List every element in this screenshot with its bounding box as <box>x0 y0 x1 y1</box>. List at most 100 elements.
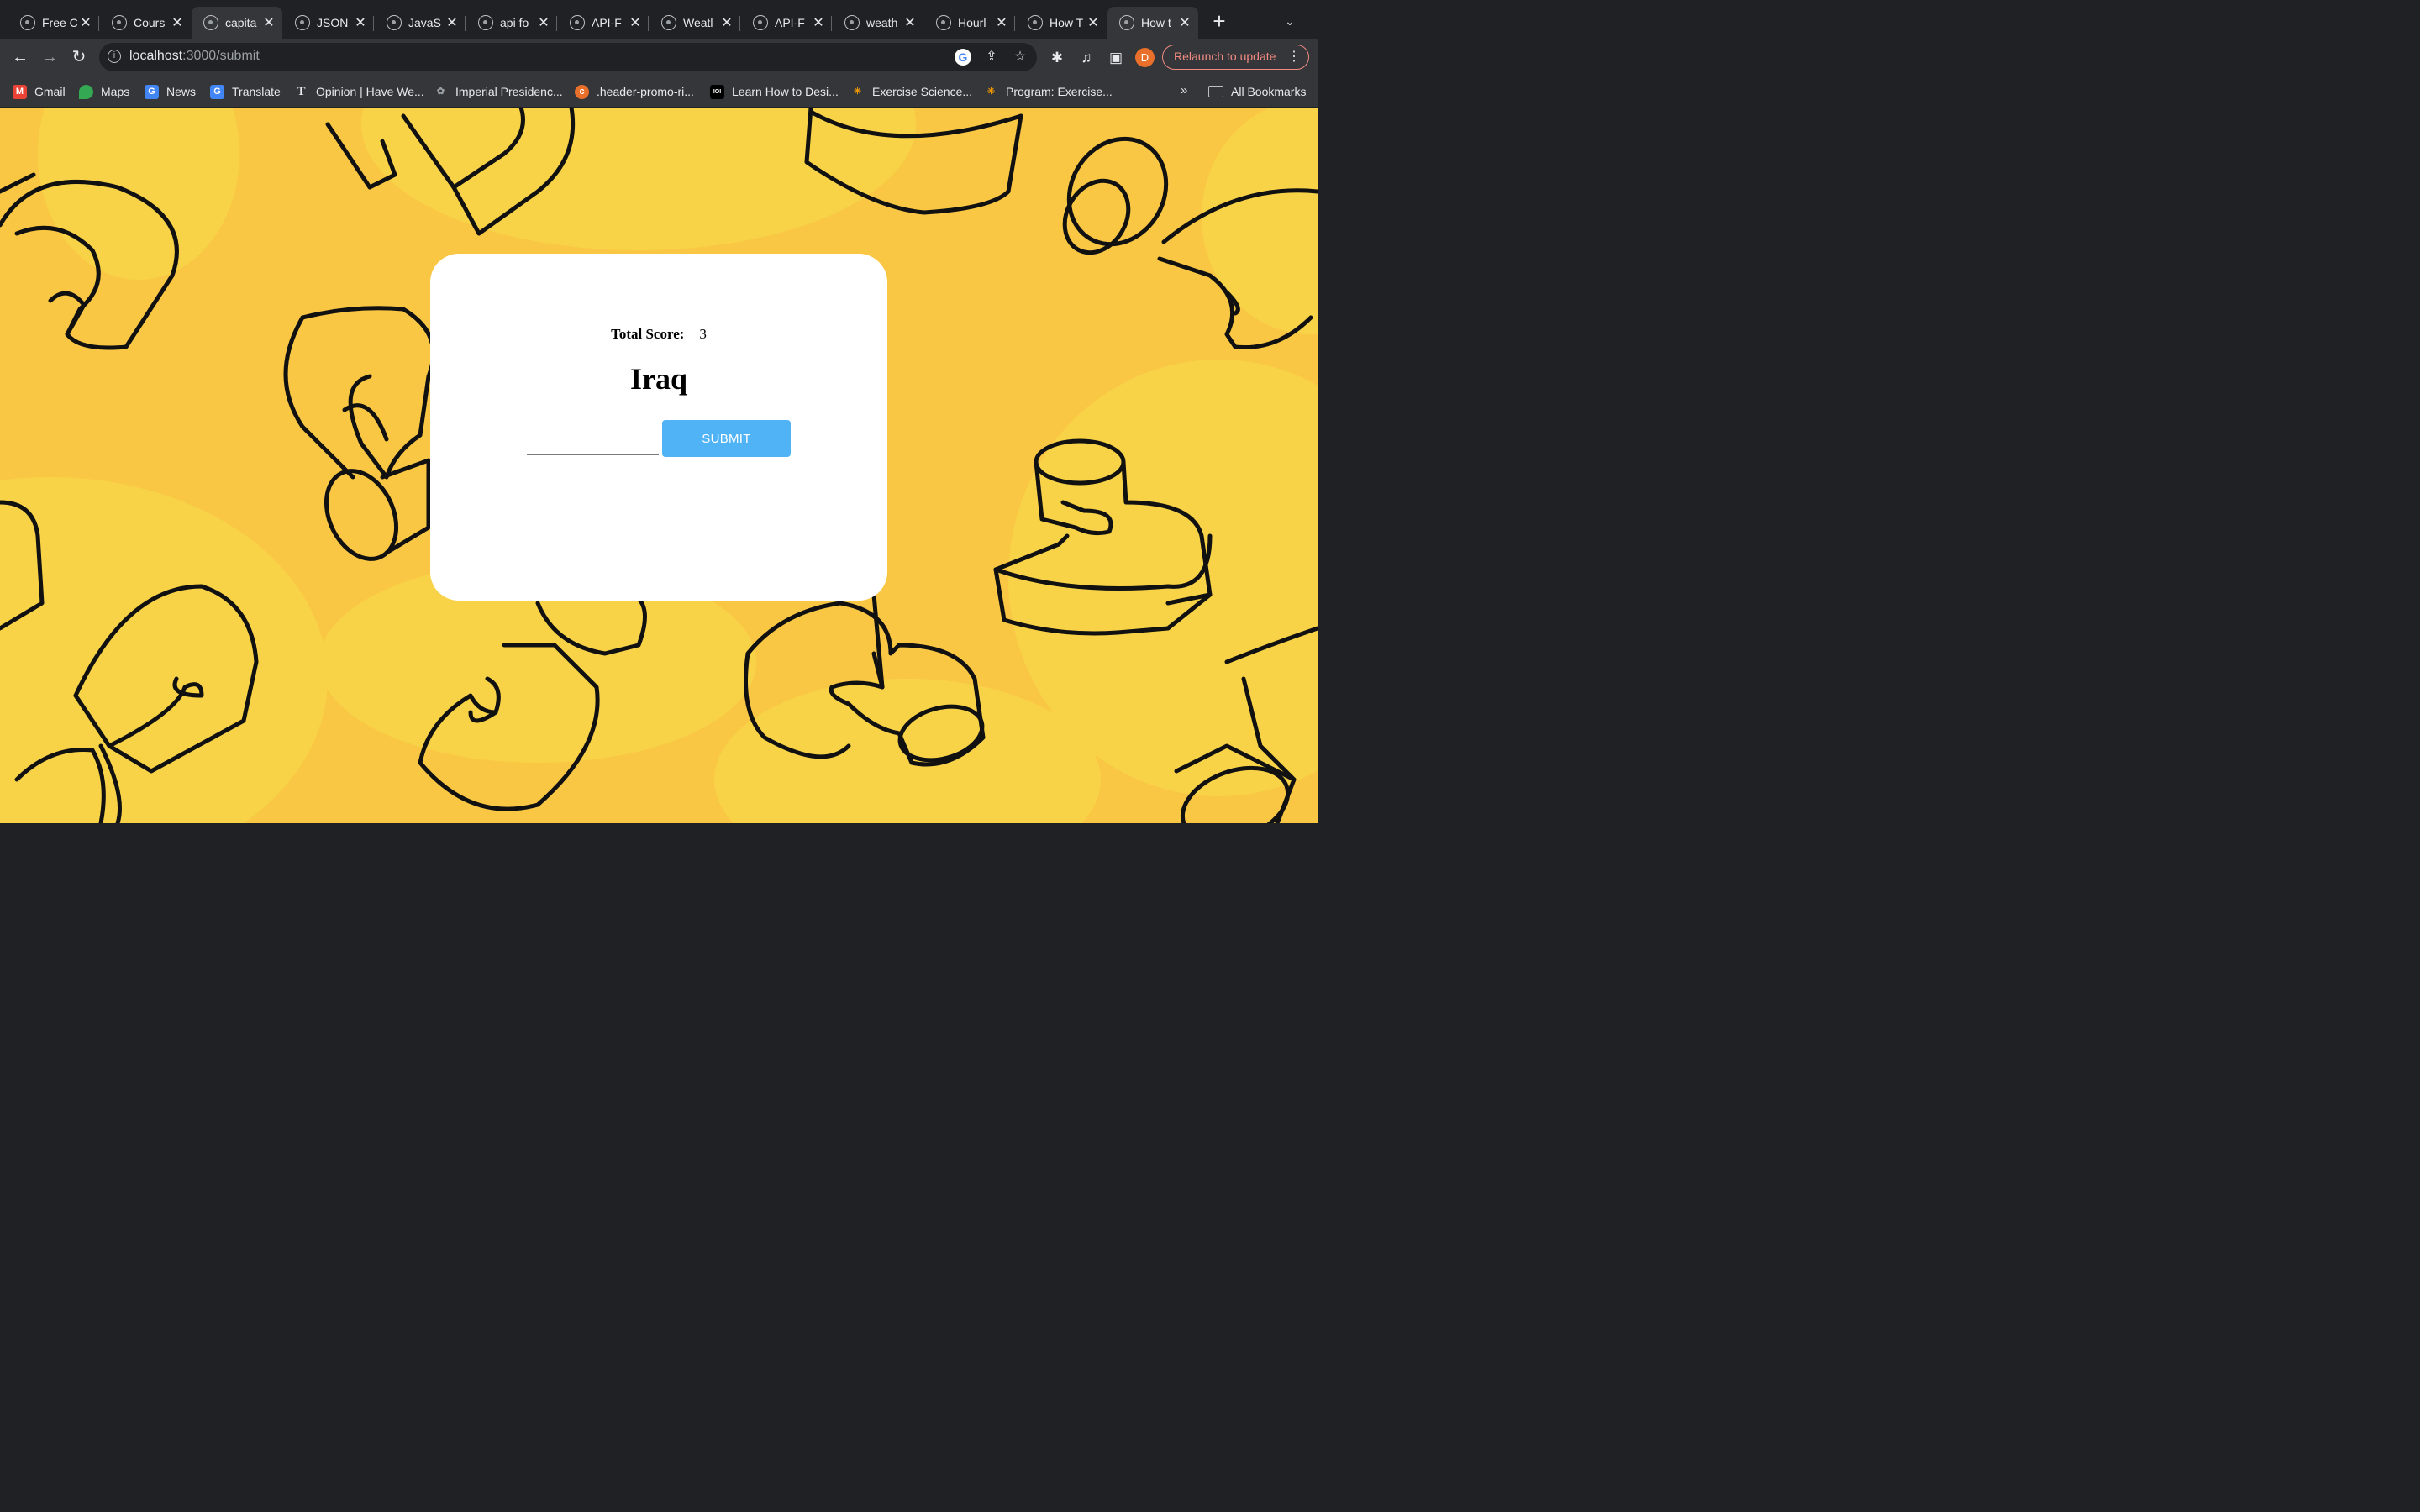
tab-title: How t <box>1141 16 1171 29</box>
tab-favicon-icon <box>661 15 676 30</box>
bookmark-translate[interactable]: G Translate <box>210 83 281 100</box>
tab[interactable]: API-F ✕ <box>558 7 649 39</box>
tab[interactable]: weath ✕ <box>833 7 923 39</box>
tab-title: api fo <box>500 16 529 29</box>
tab-favicon-icon <box>936 15 951 30</box>
bookmark-opinion[interactable]: T Opinion | Have We... <box>294 83 424 100</box>
bookmark-star-icon[interactable]: ☆ <box>1012 49 1028 66</box>
bookmarks-bar: M Gmail Maps G News G Translate T Opinion | … <box>0 76 1318 108</box>
close-tab-icon[interactable]: ✕ <box>445 14 459 31</box>
new-tab-icon[interactable]: + <box>1208 10 1230 32</box>
all-bookmarks[interactable]: All Bookmarks <box>1208 83 1306 100</box>
tab-favicon-icon <box>112 15 127 30</box>
close-tab-icon[interactable]: ✕ <box>812 14 825 31</box>
close-tab-icon[interactable]: ✕ <box>995 14 1008 31</box>
share-icon[interactable]: ⇪ <box>983 49 1000 66</box>
score-row: Total Score: 3 <box>430 326 887 343</box>
close-tab-icon[interactable]: ✕ <box>79 14 92 31</box>
exercise-site-icon: ✳ <box>853 86 862 97</box>
bookmark-maps[interactable]: Maps <box>79 83 129 100</box>
tab-favicon-icon <box>1119 15 1134 30</box>
close-tab-icon[interactable]: ✕ <box>1086 14 1100 31</box>
bookmark-program-exercise[interactable]: ✳ Program: Exercise... <box>984 83 1113 100</box>
forward-arrow-icon[interactable]: → <box>38 45 61 69</box>
tab[interactable]: How T ✕ <box>1016 7 1107 39</box>
tab-strip: Free C ✕ Cours ✕ capita ✕ JSON ✕ JavaS ✕ api … <box>0 0 1318 39</box>
close-tab-icon[interactable]: ✕ <box>720 14 734 31</box>
tab[interactable]: How t ✕ <box>1107 7 1198 39</box>
bookmark-gmail[interactable]: M Gmail <box>13 83 66 100</box>
bookmark-imperial-presidency[interactable]: ✿ Imperial Presidenc... <box>434 83 563 100</box>
relaunch-button[interactable]: Relaunch to update ⋮ <box>1162 45 1309 70</box>
tab[interactable]: api fo ✕ <box>466 7 557 39</box>
reload-icon[interactable]: ↻ <box>67 45 91 69</box>
tab[interactable]: API-F ✕ <box>741 7 832 39</box>
tab-title: Weatl <box>683 16 713 29</box>
submit-button[interactable]: SUBMIT <box>662 420 791 457</box>
tab-title: JSON <box>317 16 349 29</box>
back-arrow-icon[interactable]: ← <box>8 45 32 69</box>
translate-icon: G <box>210 84 224 99</box>
close-tab-icon[interactable]: ✕ <box>171 14 184 31</box>
tab-title: Hourl <box>958 16 986 29</box>
bookmarks-overflow-icon[interactable]: » <box>1181 83 1187 97</box>
tab-title: weath <box>866 16 898 29</box>
total-score-value: 3 <box>699 326 707 342</box>
address-url[interactable]: localhost:3000/submit <box>129 49 260 64</box>
bookmark-learn-design[interactable]: IOI Learn How to Desi... <box>710 83 839 100</box>
side-panel-icon[interactable]: ▣ <box>1107 49 1125 67</box>
close-tab-icon[interactable]: ✕ <box>262 14 276 31</box>
close-tab-icon[interactable]: ✕ <box>537 14 550 31</box>
close-tab-icon[interactable]: ✕ <box>1178 14 1192 31</box>
bookmark-exercise-science[interactable]: ✳ Exercise Science... <box>850 83 972 100</box>
google-news-icon: G <box>145 84 159 99</box>
address-bar[interactable]: i localhost:3000/submit G ⇪ ☆ <box>99 43 1037 71</box>
close-tab-icon[interactable]: ✕ <box>629 14 642 31</box>
tab-favicon-icon <box>203 15 218 30</box>
tab-title: Cours <box>134 16 166 29</box>
tab-favicon-icon <box>1028 15 1043 30</box>
maps-pin-icon <box>79 84 93 99</box>
tab[interactable]: Weatl ✕ <box>650 7 740 39</box>
tab-favicon-icon <box>570 15 585 30</box>
bookmark-site-icon: ✿ <box>436 86 445 97</box>
browser-toolbar: ← → ↻ i localhost:3000/submit G ⇪ ☆ ✱ ♫ … <box>0 39 1318 76</box>
folder-icon <box>1208 86 1223 97</box>
profile-avatar[interactable]: D <box>1135 48 1155 67</box>
tab-search-chevron-icon[interactable]: ⌄ <box>1281 12 1299 30</box>
tab[interactable]: Cours ✕ <box>100 7 191 39</box>
tab[interactable]: Free C ✕ <box>8 7 99 39</box>
total-score-label: Total Score: <box>611 326 685 342</box>
close-tab-icon[interactable]: ✕ <box>354 14 367 31</box>
tab-favicon-icon <box>20 15 35 30</box>
bookmark-news[interactable]: G News <box>145 83 196 100</box>
bookmark-site-icon: IOI <box>710 84 724 99</box>
tab-active[interactable]: capita ✕ <box>192 7 282 39</box>
more-menu-icon[interactable]: ⋮ <box>1287 45 1301 68</box>
tab-title: API-F <box>775 16 805 29</box>
tab-title: JavaS <box>408 16 441 29</box>
bookmark-header-promo[interactable]: c .header-promo-ri... <box>575 83 694 100</box>
tab[interactable]: Hourl ✕ <box>924 7 1015 39</box>
close-tab-icon[interactable]: ✕ <box>903 14 917 31</box>
nytimes-icon: T <box>297 84 306 98</box>
codepen-site-icon: c <box>575 84 589 99</box>
tab-favicon-icon <box>295 15 310 30</box>
exercise-site-icon: ✳ <box>986 86 996 97</box>
google-lens-icon[interactable]: G <box>955 49 971 66</box>
answer-input[interactable] <box>527 422 659 455</box>
tab-favicon-icon <box>387 15 402 30</box>
relaunch-label: Relaunch to update <box>1174 50 1276 63</box>
extensions-puzzle-icon[interactable]: ✱ <box>1048 49 1066 67</box>
quiz-card: Total Score: 3 Iraq SUBMIT <box>430 254 887 601</box>
page-viewport: Total Score: 3 Iraq SUBMIT <box>0 108 1318 823</box>
site-info-icon[interactable]: i <box>108 50 121 63</box>
tab[interactable]: JavaS ✕ <box>375 7 466 39</box>
tab-favicon-icon <box>478 15 493 30</box>
country-name: Iraq <box>629 362 687 396</box>
gmail-icon: M <box>13 84 27 99</box>
tab[interactable]: JSON ✕ <box>283 7 374 39</box>
media-controls-icon[interactable]: ♫ <box>1077 49 1096 67</box>
tab-title: Free C <box>42 16 78 29</box>
tab-title: How T <box>1050 16 1084 29</box>
